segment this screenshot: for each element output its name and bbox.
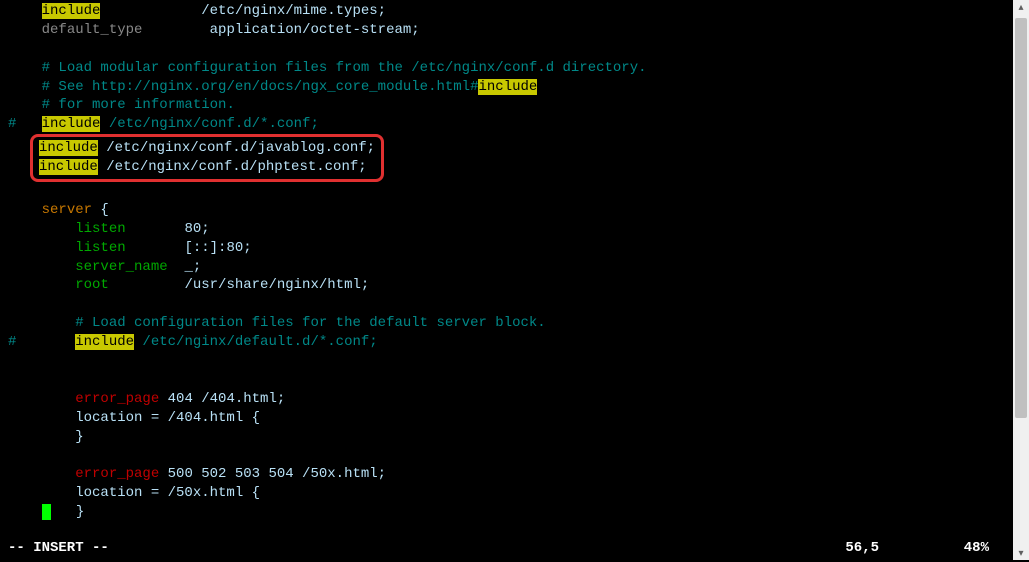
commented-include-line: # include /etc/nginx/conf.d/*.conf; xyxy=(0,115,1013,134)
vim-mode-indicator: -- INSERT -- xyxy=(8,539,109,558)
scroll-up-arrow[interactable]: ▴ xyxy=(1016,2,1026,12)
highlight-include: include xyxy=(42,116,101,132)
scroll-down-arrow[interactable]: ▾ xyxy=(1016,548,1026,558)
highlight-include: include xyxy=(42,3,101,19)
scrollbar-thumb[interactable] xyxy=(1015,18,1027,418)
comment-line: # for more information. xyxy=(0,96,1013,115)
code-line: location = /50x.html { xyxy=(0,484,1013,503)
cursor-position: 56,5 xyxy=(845,539,879,558)
code-line: error_page 404 /404.html; xyxy=(0,390,1013,409)
comment-line: # See http://nginx.org/en/docs/ngx_core_… xyxy=(0,78,1013,97)
highlight-include: include xyxy=(39,159,98,175)
code-line xyxy=(0,371,1013,390)
vertical-scrollbar[interactable]: ▴ ▾ xyxy=(1013,0,1029,560)
code-line: error_page 500 502 503 504 /50x.html; xyxy=(0,465,1013,484)
code-line xyxy=(0,446,1013,465)
highlight-include: include xyxy=(39,140,98,156)
highlight-include: include xyxy=(478,79,537,95)
text-cursor xyxy=(42,504,51,520)
code-line: include /etc/nginx/conf.d/phptest.conf; xyxy=(33,158,381,177)
highlight-include: include xyxy=(75,334,134,350)
code-line: default_type application/octet-stream; xyxy=(0,21,1013,40)
code-line: } xyxy=(0,503,1013,522)
code-line: server_name _; xyxy=(0,258,1013,277)
code-line xyxy=(0,295,1013,314)
code-line: server { xyxy=(0,201,1013,220)
code-line: include /etc/nginx/conf.d/javablog.conf; xyxy=(33,139,381,158)
code-line xyxy=(0,352,1013,371)
vim-editor-viewport[interactable]: include /etc/nginx/mime.types; default_t… xyxy=(0,0,1013,560)
code-line: listen 80; xyxy=(0,220,1013,239)
vim-status-bar: -- INSERT -- 56,5 48% xyxy=(8,539,1009,558)
code-line xyxy=(0,182,1013,201)
code-line: root /usr/share/nginx/html; xyxy=(0,276,1013,295)
code-line: include /etc/nginx/mime.types; xyxy=(0,2,1013,21)
comment-line: # Load modular configuration files from … xyxy=(0,59,1013,78)
code-line: } xyxy=(0,428,1013,447)
commented-include-line: # include /etc/nginx/default.d/*.conf; xyxy=(0,333,1013,352)
scroll-percent: 48% xyxy=(964,539,989,558)
highlighted-config-box: include /etc/nginx/conf.d/javablog.conf;… xyxy=(30,134,384,182)
comment-line: # Load configuration files for the defau… xyxy=(0,314,1013,333)
code-line xyxy=(0,40,1013,59)
code-line: location = /404.html { xyxy=(0,409,1013,428)
code-line: listen [::]:80; xyxy=(0,239,1013,258)
